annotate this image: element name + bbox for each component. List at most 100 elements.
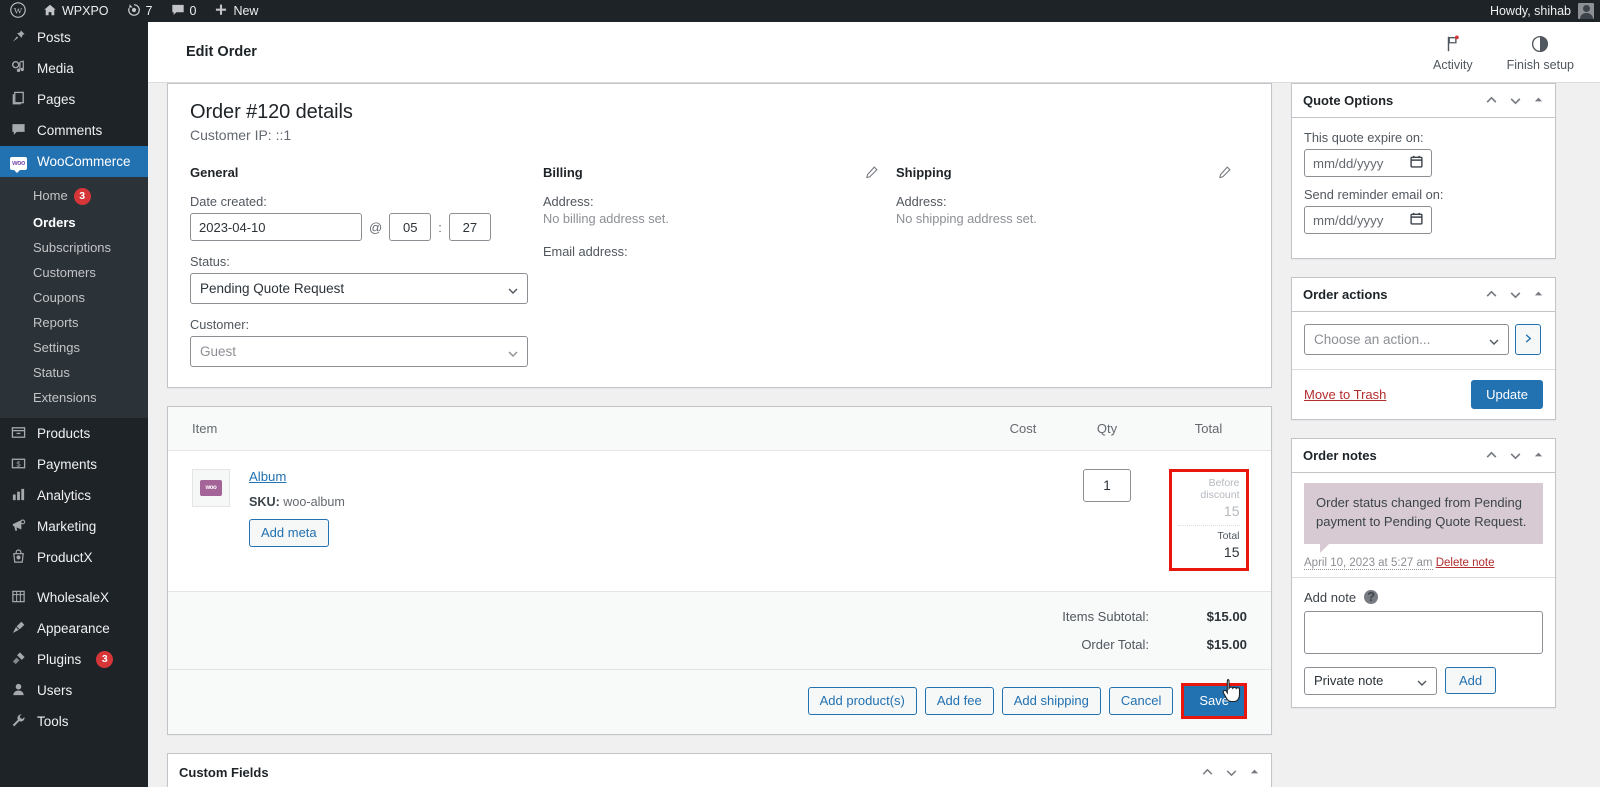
finish-setup-button[interactable]: Finish setup	[1507, 33, 1574, 72]
products-icon	[9, 425, 28, 443]
triangle-up-icon[interactable]	[1249, 765, 1260, 780]
sidebar-item-productx[interactable]: ProductX	[0, 542, 148, 573]
order-total-label: Order Total:	[1081, 637, 1149, 652]
submenu-item-subscriptions[interactable]: Subscriptions	[0, 235, 148, 260]
add-meta-button[interactable]: Add meta	[249, 519, 329, 547]
sidebar-item-products[interactable]: Products	[0, 418, 148, 449]
note-type-select[interactable]: Private note	[1304, 666, 1437, 695]
pin-icon	[9, 29, 28, 47]
admin-bar-account[interactable]: Howdy, shihab	[1490, 3, 1600, 19]
chevron-down-icon[interactable]	[1225, 766, 1238, 779]
minute-input[interactable]	[448, 213, 491, 241]
status-select[interactable]: Pending Quote Request	[190, 273, 528, 304]
calendar-icon[interactable]	[1410, 212, 1423, 228]
sidebar-item-wholesalex[interactable]: WholesaleX	[0, 582, 148, 613]
sidebar-item-plugins[interactable]: Plugins 3	[0, 644, 148, 675]
updates-button[interactable]: 7	[118, 0, 162, 22]
triangle-up-icon[interactable]	[1533, 287, 1544, 302]
user-avatar-icon[interactable]	[1578, 3, 1594, 19]
updates-icon	[127, 3, 141, 19]
time-colon: :	[438, 219, 442, 235]
order-total-value: $15.00	[1206, 637, 1247, 652]
flag-icon	[1444, 33, 1462, 55]
product-link[interactable]: Album	[249, 469, 286, 484]
sidebar-item-label: Appearance	[37, 621, 110, 637]
site-name-button[interactable]: WPXPO	[34, 0, 118, 22]
sidebar-item-payments[interactable]: $ Payments	[0, 449, 148, 480]
sku-value: woo-album	[283, 495, 345, 509]
chevron-up-icon[interactable]	[1485, 288, 1498, 301]
add-note-button[interactable]: Add	[1445, 667, 1497, 695]
activity-button[interactable]: Activity	[1433, 33, 1473, 72]
comments-count: 0	[189, 4, 197, 18]
chevron-up-icon[interactable]	[1485, 94, 1498, 107]
add-note-textarea[interactable]	[1304, 610, 1543, 654]
hour-input[interactable]	[389, 213, 432, 241]
shipping-address-block: Address: No shipping address set.	[896, 194, 1249, 226]
triangle-up-icon[interactable]	[1533, 448, 1544, 463]
sidebar-item-marketing[interactable]: Marketing	[0, 511, 148, 542]
chevron-down-icon[interactable]	[1509, 288, 1522, 301]
calendar-icon[interactable]	[1410, 155, 1423, 171]
quantity-input[interactable]	[1083, 469, 1131, 502]
pages-icon	[9, 91, 28, 109]
quote-options-body: This quote expire on: mm/dd/yyyy Send re…	[1292, 118, 1555, 258]
sidebar-item-media[interactable]: Media	[0, 53, 148, 84]
chevron-down-icon[interactable]	[1509, 94, 1522, 107]
productx-icon	[9, 549, 28, 567]
plugins-badge: 3	[96, 651, 114, 669]
plug-icon	[9, 651, 28, 669]
chevron-down-icon[interactable]	[1509, 449, 1522, 462]
panel-controls	[1485, 93, 1544, 108]
shipping-address-value: No shipping address set.	[896, 211, 1037, 226]
help-icon[interactable]: ?	[1364, 590, 1379, 605]
sidebar-item-label: WholesaleX	[37, 590, 110, 606]
sidebar-item-analytics[interactable]: Analytics	[0, 480, 148, 511]
move-to-trash-link[interactable]: Move to Trash	[1304, 387, 1386, 402]
add-shipping-button[interactable]: Add shipping	[1001, 687, 1101, 715]
order-action-select[interactable]: Choose an action...	[1304, 324, 1509, 355]
submenu-label: Reports	[33, 315, 79, 331]
send-reminder-date-input[interactable]: mm/dd/yyyy	[1304, 206, 1432, 234]
add-fee-button[interactable]: Add fee	[924, 687, 994, 715]
apply-action-button[interactable]	[1515, 324, 1541, 355]
pencil-icon[interactable]	[1218, 166, 1231, 182]
pencil-icon[interactable]	[865, 166, 878, 182]
sidebar-item-tools[interactable]: Tools	[0, 706, 148, 737]
wordpress-logo-button[interactable]: W	[0, 0, 34, 22]
submenu-item-settings[interactable]: Settings	[0, 335, 148, 360]
chevron-up-icon[interactable]	[1485, 449, 1498, 462]
submenu-item-home[interactable]: Home 3	[0, 183, 148, 210]
cancel-button[interactable]: Cancel	[1108, 687, 1174, 715]
customer-ip: Customer IP: ::1	[190, 127, 292, 143]
submenu-item-extensions[interactable]: Extensions	[0, 385, 148, 410]
comments-button[interactable]: 0	[162, 0, 206, 22]
date-created-input[interactable]	[190, 213, 362, 241]
sidebar-item-pages[interactable]: Pages	[0, 84, 148, 115]
order-items-actions: Add product(s) Add fee Add shipping Canc…	[168, 669, 1271, 734]
triangle-up-icon[interactable]	[1533, 93, 1544, 108]
add-note-footer: Private note Add	[1304, 666, 1543, 695]
wholesalex-icon	[9, 589, 28, 607]
submenu-item-orders[interactable]: Orders	[0, 210, 148, 235]
sidebar-item-appearance[interactable]: Appearance	[0, 613, 148, 644]
order-notes-panel: Order notes Order status changed from Pe…	[1291, 438, 1556, 708]
items-subtotal-value: $15.00	[1206, 609, 1247, 624]
quote-expire-date-input[interactable]: mm/dd/yyyy	[1304, 149, 1432, 177]
chevron-right-icon	[1523, 332, 1533, 347]
update-button[interactable]: Update	[1471, 380, 1543, 409]
delete-note-link[interactable]: Delete note	[1436, 557, 1495, 569]
new-content-button[interactable]: New	[205, 0, 267, 22]
submenu-item-reports[interactable]: Reports	[0, 310, 148, 335]
submenu-item-status[interactable]: Status	[0, 360, 148, 385]
add-products-button[interactable]: Add product(s)	[807, 687, 917, 715]
chevron-up-icon[interactable]	[1201, 766, 1214, 779]
customer-select[interactable]: Guest	[190, 336, 528, 367]
sidebar-item-woocommerce[interactable]: woo WooCommerce	[0, 146, 148, 177]
submenu-item-customers[interactable]: Customers	[0, 260, 148, 285]
sidebar-item-users[interactable]: Users	[0, 675, 148, 706]
submenu-item-coupons[interactable]: Coupons	[0, 285, 148, 310]
note-type-select-wrap: Private note	[1304, 666, 1437, 695]
sidebar-item-posts[interactable]: Posts	[0, 22, 148, 53]
sidebar-item-comments[interactable]: Comments	[0, 115, 148, 146]
